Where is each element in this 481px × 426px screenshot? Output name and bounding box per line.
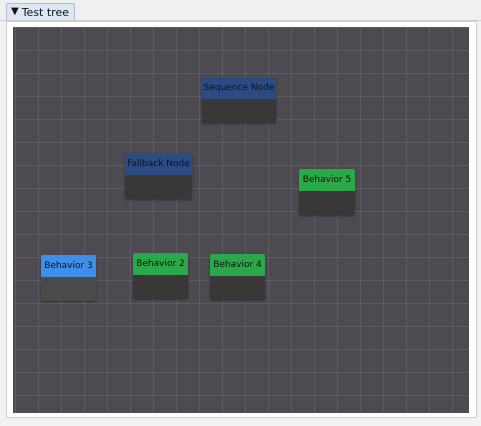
node-header[interactable]: Sequence Node — [202, 77, 276, 99]
behavior-3-node[interactable]: Behavior 3 — [41, 255, 96, 301]
tab-bar: ▼︎ Test tree — [0, 0, 481, 21]
node-label: Behavior 2 — [136, 259, 185, 269]
node-body[interactable] — [299, 191, 355, 215]
behavior-5-node[interactable]: Behavior 5 — [299, 169, 355, 215]
node-header[interactable]: Behavior 2 — [133, 253, 188, 275]
behavior-4-node[interactable]: Behavior 4 — [210, 254, 265, 300]
node-label: Behavior 3 — [44, 261, 93, 271]
tree-canvas[interactable]: Sequence Node Fallback Node Behavior 5 B… — [13, 27, 469, 413]
node-body[interactable] — [133, 275, 188, 299]
node-label: Behavior 5 — [302, 175, 352, 185]
node-body[interactable] — [41, 277, 96, 301]
sequence-node[interactable]: Sequence Node — [202, 77, 276, 123]
fallback-node[interactable]: Fallback Node — [125, 153, 192, 199]
tab-label: Test tree — [21, 5, 69, 19]
node-body[interactable] — [125, 175, 192, 199]
node-label: Sequence Node — [203, 83, 275, 93]
node-header[interactable]: Behavior 5 — [299, 169, 355, 191]
behavior-2-node[interactable]: Behavior 2 — [133, 253, 188, 299]
node-header[interactable]: Behavior 3 — [41, 255, 96, 277]
filter-icon[interactable]: ▼︎ — [11, 7, 19, 17]
node-body[interactable] — [202, 99, 276, 123]
node-body[interactable] — [210, 276, 265, 300]
node-header[interactable]: Fallback Node — [125, 153, 192, 175]
tab-test-tree[interactable]: ▼︎ Test tree — [6, 3, 75, 20]
node-header[interactable]: Behavior 4 — [210, 254, 265, 276]
node-label: Behavior 4 — [213, 260, 262, 270]
node-label: Fallback Node — [127, 159, 190, 169]
